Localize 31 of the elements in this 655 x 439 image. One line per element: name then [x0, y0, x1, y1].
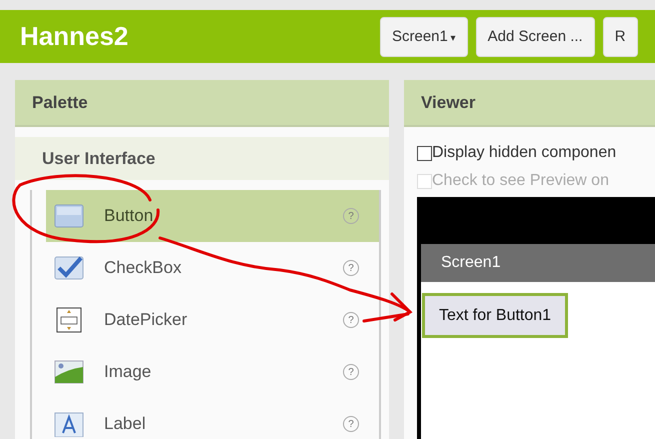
calendar-icon — [54, 307, 84, 333]
help-icon[interactable]: ? — [343, 260, 359, 276]
item-label: Button — [104, 206, 154, 226]
palette-item[interactable]: Image ? — [46, 346, 379, 398]
help-icon[interactable]: ? — [343, 312, 359, 328]
image-icon — [54, 359, 84, 385]
help-icon[interactable]: ? — [343, 364, 359, 380]
item-label: Label — [104, 414, 147, 434]
toolbar-button[interactable]: Add Screen ... — [476, 16, 595, 56]
project-title: Hannes2 — [20, 21, 130, 52]
screen-dropdown[interactable]: Screen1 ▾ — [380, 16, 468, 56]
item-label: DatePicker — [104, 310, 188, 330]
palette-item[interactable]: DatePicker ? — [46, 294, 379, 346]
palette-item[interactable]: Label ? — [46, 398, 379, 439]
item-label: Image — [104, 362, 152, 382]
panel-header: Viewer — [404, 80, 655, 127]
preview-button[interactable]: Text for Button1 — [422, 293, 568, 338]
palette-item[interactable]: Button ? — [46, 190, 379, 242]
panel-header: Palette — [15, 80, 389, 127]
button-icon — [54, 203, 84, 229]
screen-title-bar: Screen1 — [421, 244, 655, 282]
item-label: CheckBox — [104, 258, 182, 278]
label-icon — [54, 411, 84, 437]
checkbox-label: Check to see Preview on — [432, 172, 609, 190]
help-icon[interactable]: ? — [343, 416, 359, 432]
checkbox[interactable] — [417, 146, 432, 160]
checkbox-icon — [54, 255, 84, 281]
checkbox-label: Display hidden componen — [432, 144, 616, 162]
toolbar-button[interactable]: R — [602, 16, 638, 56]
palette-item[interactable]: CheckBox ? — [46, 242, 379, 294]
category-header[interactable]: User Interface — [15, 137, 389, 180]
